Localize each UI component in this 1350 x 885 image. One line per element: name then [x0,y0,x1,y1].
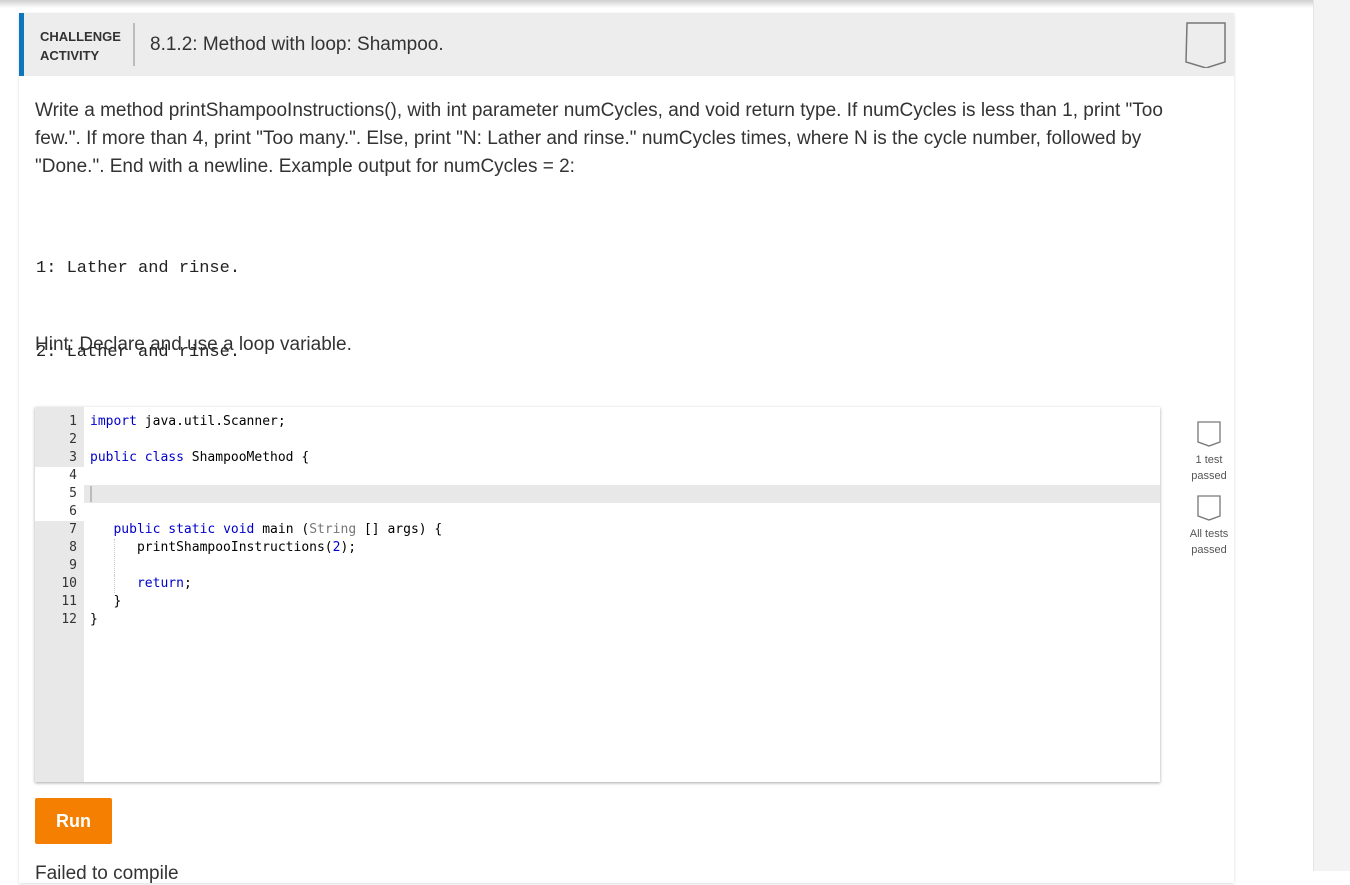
code-text: return; [136,576,192,591]
code-token: class [144,450,184,465]
code-text: import java.util.Scanner; [90,414,286,429]
test-status-label-line1: All tests [1189,528,1229,540]
code-line[interactable]: 11 } [35,593,1160,611]
test-status-label: 1 test passed [1179,452,1239,484]
badge-outline-icon [1197,421,1221,447]
challenge-activity-card: CHALLENGE ACTIVITY 8.1.2: Method with lo… [19,13,1234,884]
code-text: public class ShampooMethod { [90,450,310,465]
hint-text: Hint: Declare and use a loop variable. [35,334,352,355]
code-token: return [136,576,184,591]
code-line[interactable]: 3 public class ShampooMethod { [35,449,1160,467]
badge-outline-icon [1197,495,1221,521]
line-number: 9 [69,558,77,573]
code-line[interactable]: 6 [35,503,1160,521]
test-status-label-line2: passed [1191,544,1227,556]
compile-status-text: Failed to compile [35,863,179,884]
top-shadow [0,0,1350,8]
code-token: 2 [332,540,341,555]
right-scroll-rail[interactable] [1313,0,1350,871]
code-text [90,485,92,503]
code-line[interactable]: 4 [35,467,1160,485]
activity-title: 8.1.2: Method with loop: Shampoo. [150,34,444,55]
code-token: public [90,450,137,465]
line-number: 3 [69,450,77,465]
code-line[interactable]: 10 return; [35,575,1160,593]
test-status-label-line1: 1 test [1195,454,1223,466]
code-text: public static void main (String [] args)… [113,522,443,537]
code-line[interactable]: 2 [35,431,1160,449]
code-text: printShampooInstructions(2); [90,540,357,555]
code-editor[interactable]: 1 import java.util.Scanner; 2 3 public class… [35,407,1160,782]
activity-header: CHALLENGE ACTIVITY 8.1.2: Method with lo… [19,13,1234,76]
line-number: 5 [35,485,84,503]
code-token: String [309,522,357,537]
code-token: static [168,522,216,537]
example-output-line: 1: Lather and rinse. [36,259,241,278]
line-number: 1 [69,414,77,429]
run-button[interactable]: Run [35,798,112,844]
line-number: 11 [61,594,77,609]
indent-guide [114,575,116,593]
code-line[interactable]: 7 public static void main (String [] arg… [35,521,1160,539]
line-number: 10 [61,576,77,591]
text-cursor [90,485,92,502]
code-line[interactable]: 12} [35,611,1160,629]
line-number: 4 [35,467,84,485]
problem-statement: Write a method printShampooInstructions(… [35,100,1163,177]
line-number: 2 [69,432,77,447]
line-number: 7 [69,522,77,537]
test-status-all: All tests passed [1179,495,1239,558]
header-divider [133,23,135,66]
test-status-label-line2: passed [1191,470,1227,482]
test-status-one: 1 test passed [1179,421,1239,484]
indent-guide [114,539,116,575]
test-status-label: All tests passed [1179,526,1239,558]
line-number: 6 [35,503,84,521]
code-token: public [113,522,161,537]
code-text: } [90,594,122,609]
code-token: import [90,414,137,429]
activity-type-label: CHALLENGE ACTIVITY [40,27,130,65]
line-number: 12 [61,612,77,627]
code-line[interactable]: 9 [35,557,1160,575]
activity-type-line2: ACTIVITY [40,48,100,63]
code-line[interactable]: 5 [35,485,1160,503]
code-token: void [223,522,255,537]
activity-type-line1: CHALLENGE [40,29,121,44]
line-number: 8 [69,540,77,555]
code-line[interactable]: 1 import java.util.Scanner; [35,413,1160,431]
completion-badge-icon [1185,22,1226,68]
code-line[interactable]: 8 printShampooInstructions(2); [35,539,1160,557]
code-text: } [90,612,98,627]
